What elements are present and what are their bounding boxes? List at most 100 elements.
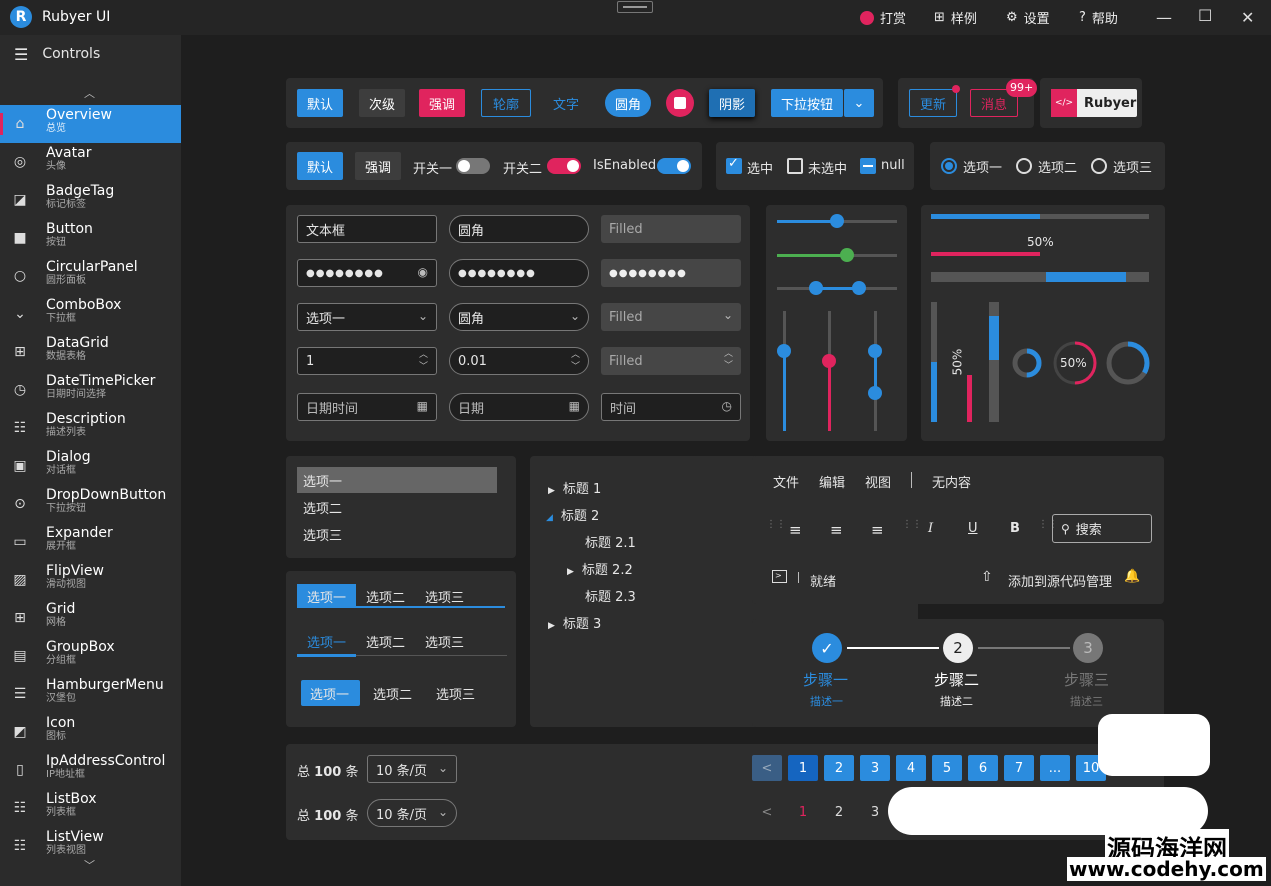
unchecked-checkbox[interactable] <box>787 158 803 174</box>
filled-input[interactable]: Filled <box>601 215 741 243</box>
align-right-icon[interactable]: ≡ <box>871 521 884 539</box>
checked-checkbox[interactable]: ✓ <box>726 156 742 174</box>
list-item[interactable]: 选项一 <box>297 467 497 493</box>
page-button[interactable]: ... <box>1040 755 1070 781</box>
numeric-input[interactable]: 1 ︿ ﹀ <box>297 347 437 375</box>
tab-3[interactable]: 选项三 <box>415 584 474 608</box>
emphasis-button[interactable]: 强调 <box>419 89 465 117</box>
sidebar-item-dialog[interactable]: ▣ Dialog 对话框 <box>0 447 181 485</box>
tree-item[interactable]: ▶ 标题 3 <box>548 613 601 632</box>
sidebar-item-dropdownbutton[interactable]: ⊙ DropDownButton 下拉按钮 <box>0 485 181 523</box>
filled-combo-input[interactable]: Filled ⌄ <box>601 303 741 331</box>
menu-edit[interactable]: 编辑 <box>819 472 845 491</box>
switch1-toggle[interactable] <box>456 158 490 174</box>
clock-icon[interactable]: ◷ <box>722 399 732 413</box>
page-button[interactable]: 2 <box>824 755 854 781</box>
source-control-label[interactable]: 添加到源代码管理 <box>1008 571 1112 590</box>
italic-icon[interactable]: I <box>928 521 933 536</box>
tree-item[interactable]: ▶ 标题 2.2 <box>567 559 633 578</box>
tab-3[interactable]: 选项三 <box>427 680 486 706</box>
minimize-button[interactable]: — <box>1156 8 1172 27</box>
bell-icon[interactable]: 🔔 <box>1124 569 1140 584</box>
combo-input[interactable]: 选项一 ⌄ <box>297 303 437 331</box>
sidebar-item-datetimepicker[interactable]: ◷ DateTimePicker 日期时间选择 <box>0 371 181 409</box>
tab-3[interactable]: 选项三 <box>415 629 474 655</box>
align-center-icon[interactable]: ≡ <box>830 521 843 539</box>
toggle-emphasis-button[interactable]: 强调 <box>355 152 401 180</box>
terminal-icon[interactable]: > <box>772 570 787 583</box>
expand-icon[interactable]: ▶ <box>548 486 555 496</box>
sidebar-item-button[interactable]: ■ Button 按钮 <box>0 219 181 257</box>
calendar-icon[interactable]: ▦ <box>417 399 428 413</box>
page-button[interactable]: 6 <box>968 755 998 781</box>
tab-2[interactable]: 选项二 <box>356 584 415 608</box>
page-button[interactable]: 1 <box>788 799 818 825</box>
page-button[interactable]: 7 <box>1004 755 1034 781</box>
dropdown-button[interactable]: 下拉按钮 <box>771 89 843 117</box>
settings-button[interactable]: ⚙ 设置 <box>1006 8 1050 27</box>
sidebar-item-flipview[interactable]: ▨ FlipView 滑动视图 <box>0 561 181 599</box>
search-input[interactable]: ⚲ 搜索 <box>1052 514 1152 543</box>
page-button[interactable]: 3 <box>860 799 890 825</box>
v-slider-thumb[interactable] <box>777 344 791 358</box>
calendar-icon[interactable]: ▦ <box>569 399 580 413</box>
menu-file[interactable]: 文件 <box>773 472 799 491</box>
null-checkbox[interactable] <box>860 158 876 174</box>
radio-option-3[interactable] <box>1091 158 1107 174</box>
menu-view[interactable]: 视图 <box>865 472 891 491</box>
spinner-icon[interactable]: ︿ ﹀ <box>724 348 733 372</box>
list-item[interactable]: 选项二 <box>297 494 497 520</box>
toolbar-grip-icon[interactable]: ⋮⋮ <box>902 519 922 530</box>
v-range-slider-thumb[interactable] <box>868 344 882 358</box>
sidebar-item-expander[interactable]: ▭ Expander 展开框 <box>0 523 181 561</box>
toolbar-grip-icon[interactable]: ⋮⋮ <box>766 519 786 530</box>
sidebar-item-listbox[interactable]: ☷ ListBox 列表框 <box>0 789 181 827</box>
expand-icon[interactable]: ▶ <box>548 621 555 631</box>
round-icon-button[interactable] <box>666 89 694 117</box>
date-input[interactable]: 日期 ▦ <box>449 393 589 421</box>
brand-tag[interactable]: </> Rubyer <box>1051 89 1137 117</box>
samples-button[interactable]: ⊞ 样例 <box>934 8 977 27</box>
default-button[interactable]: 默认 <box>297 89 343 117</box>
page-size-select[interactable]: 10 条/页 ⌄ <box>367 799 457 827</box>
drag-handle[interactable] <box>617 1 653 13</box>
tab-1[interactable]: 选项一 <box>297 584 356 608</box>
align-left-icon[interactable]: ≡ <box>789 521 802 539</box>
time-input[interactable]: 时间 ◷ <box>601 393 741 421</box>
tree-item[interactable]: ▶ 标题 1 <box>548 478 601 497</box>
outline-button[interactable]: 轮廓 <box>481 89 531 117</box>
dropdown-toggle[interactable]: ⌄ <box>844 89 874 117</box>
h-slider-thumb[interactable] <box>840 248 854 262</box>
tab-1[interactable]: 选项一 <box>301 680 360 706</box>
help-button[interactable]: ? 帮助 <box>1079 8 1118 27</box>
password-input[interactable]: ●●●●●●●● ◉ <box>297 259 437 287</box>
round-numeric-input[interactable]: 0.01 ︿ ﹀ <box>449 347 589 375</box>
switch2-toggle[interactable] <box>547 158 581 174</box>
tab-1[interactable]: 选项一 <box>297 629 356 655</box>
radio-option-1[interactable] <box>941 158 957 174</box>
spinner-icon[interactable]: ︿ ﹀ <box>571 349 580 373</box>
round-button[interactable]: 圆角 <box>605 89 651 117</box>
sidebar-item-circularpanel[interactable]: ○ CircularPanel 圆形面板 <box>0 257 181 295</box>
update-button[interactable]: 更新 <box>909 89 957 117</box>
text-input[interactable]: 文本框 <box>297 215 437 243</box>
page-button[interactable]: 5 <box>932 755 962 781</box>
shadow-button[interactable]: 阴影 <box>709 89 755 117</box>
sidebar-item-avatar[interactable]: ◎ Avatar 头像 <box>0 143 181 181</box>
bold-icon[interactable]: B <box>1010 521 1020 536</box>
datetime-input[interactable]: 日期时间 ▦ <box>297 393 437 421</box>
tree-item[interactable]: 标题 2.3 <box>585 586 636 605</box>
close-button[interactable]: ✕ <box>1241 8 1254 27</box>
tree-item[interactable]: ◢ 标题 2 <box>546 505 599 524</box>
sidebar-item-grid[interactable]: ⊞ Grid 网格 <box>0 599 181 637</box>
page-button[interactable]: 2 <box>824 799 854 825</box>
tree-item[interactable]: 标题 2.1 <box>585 532 636 551</box>
expand-icon[interactable]: ▶ <box>567 567 574 577</box>
prev-page-button[interactable]: < <box>752 799 782 825</box>
eye-icon[interactable]: ◉ <box>418 265 428 279</box>
range-slider-thumb[interactable] <box>809 281 823 295</box>
spinner-icon[interactable]: ︿ ﹀ <box>419 349 428 373</box>
filled-numeric-input[interactable]: Filled ︿ ﹀ <box>601 347 741 375</box>
menu-none[interactable]: 无内容 <box>932 472 971 491</box>
page-size-select[interactable]: 10 条/页 ⌄ <box>367 755 457 783</box>
